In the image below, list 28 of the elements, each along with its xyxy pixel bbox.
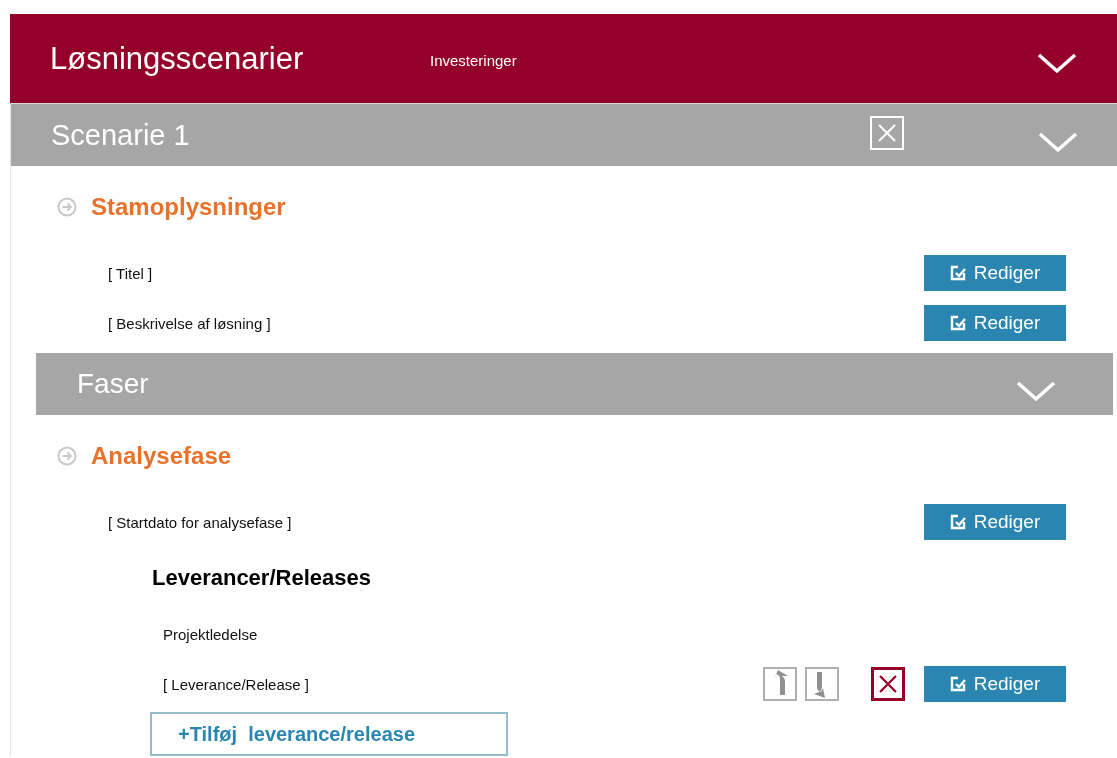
edit-icon bbox=[949, 265, 966, 281]
group-label: Projektledelse bbox=[163, 625, 258, 643]
edit-button[interactable]: Rediger bbox=[924, 504, 1066, 540]
edit-button[interactable]: Rediger bbox=[924, 255, 1066, 291]
move-up-icon[interactable] bbox=[763, 667, 797, 701]
chevron-down-icon[interactable] bbox=[1037, 51, 1077, 74]
arrow-circle-icon bbox=[57, 446, 77, 466]
subtitle: Investeringer bbox=[430, 52, 517, 69]
deliverable-label: [ Leverance/Release ] bbox=[163, 675, 309, 693]
section-heading: Analysefase bbox=[91, 442, 232, 470]
page-title: Løsningsscenarier bbox=[50, 40, 305, 77]
arrow-circle-icon bbox=[57, 197, 77, 217]
scenario-title: Scenarie 1 bbox=[51, 118, 190, 152]
field-label: [ Startdato for analysefase ] bbox=[108, 513, 292, 531]
edit-icon bbox=[949, 315, 966, 331]
edit-button[interactable]: Rediger bbox=[924, 666, 1066, 702]
edit-button[interactable]: Rediger bbox=[924, 305, 1066, 341]
section-heading: Stamoplysninger bbox=[91, 193, 286, 221]
move-down-icon[interactable] bbox=[805, 667, 839, 701]
field-label: [ Titel ] bbox=[108, 264, 153, 282]
close-box-icon[interactable] bbox=[870, 116, 904, 150]
edit-icon bbox=[949, 676, 966, 692]
field-label: [ Beskrivelse af løsning ] bbox=[108, 314, 271, 332]
add-deliverable-button[interactable]: +Tilføj leverance/release bbox=[150, 712, 508, 756]
phases-title: Faser bbox=[77, 368, 149, 400]
delete-icon[interactable] bbox=[871, 667, 905, 701]
edit-icon bbox=[949, 514, 966, 530]
deliverables-heading: Leverancer/Releases bbox=[152, 565, 371, 591]
